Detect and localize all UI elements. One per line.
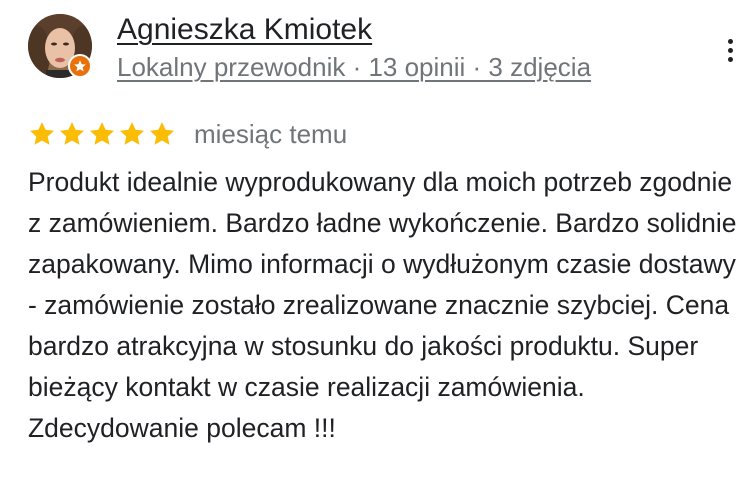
star-rating <box>28 120 176 148</box>
star-icon <box>149 122 175 145</box>
avatar-container[interactable] <box>28 14 92 78</box>
local-guide-badge <box>68 54 92 78</box>
more-vert-icon <box>727 38 733 62</box>
star-icon <box>89 122 115 145</box>
review-text: Produkt idealnie wyprodukowany dla moich… <box>28 167 737 443</box>
reviewer-meta-link[interactable]: Lokalny przewodnik · 13 opinii · 3 zdjęc… <box>117 50 591 84</box>
star-icon <box>29 122 55 145</box>
rating-row: miesiąc temu <box>28 116 347 152</box>
review-card: Agnieszka Kmiotek Lokalny przewodnik · 1… <box>0 0 752 498</box>
star-icon <box>119 122 145 145</box>
star-icon <box>59 122 85 145</box>
reviewer-name-link[interactable]: Agnieszka Kmiotek <box>117 12 372 48</box>
more-options-button[interactable] <box>718 32 742 68</box>
review-date: miesiąc temu <box>194 119 348 149</box>
local-guide-star-icon <box>74 60 86 72</box>
